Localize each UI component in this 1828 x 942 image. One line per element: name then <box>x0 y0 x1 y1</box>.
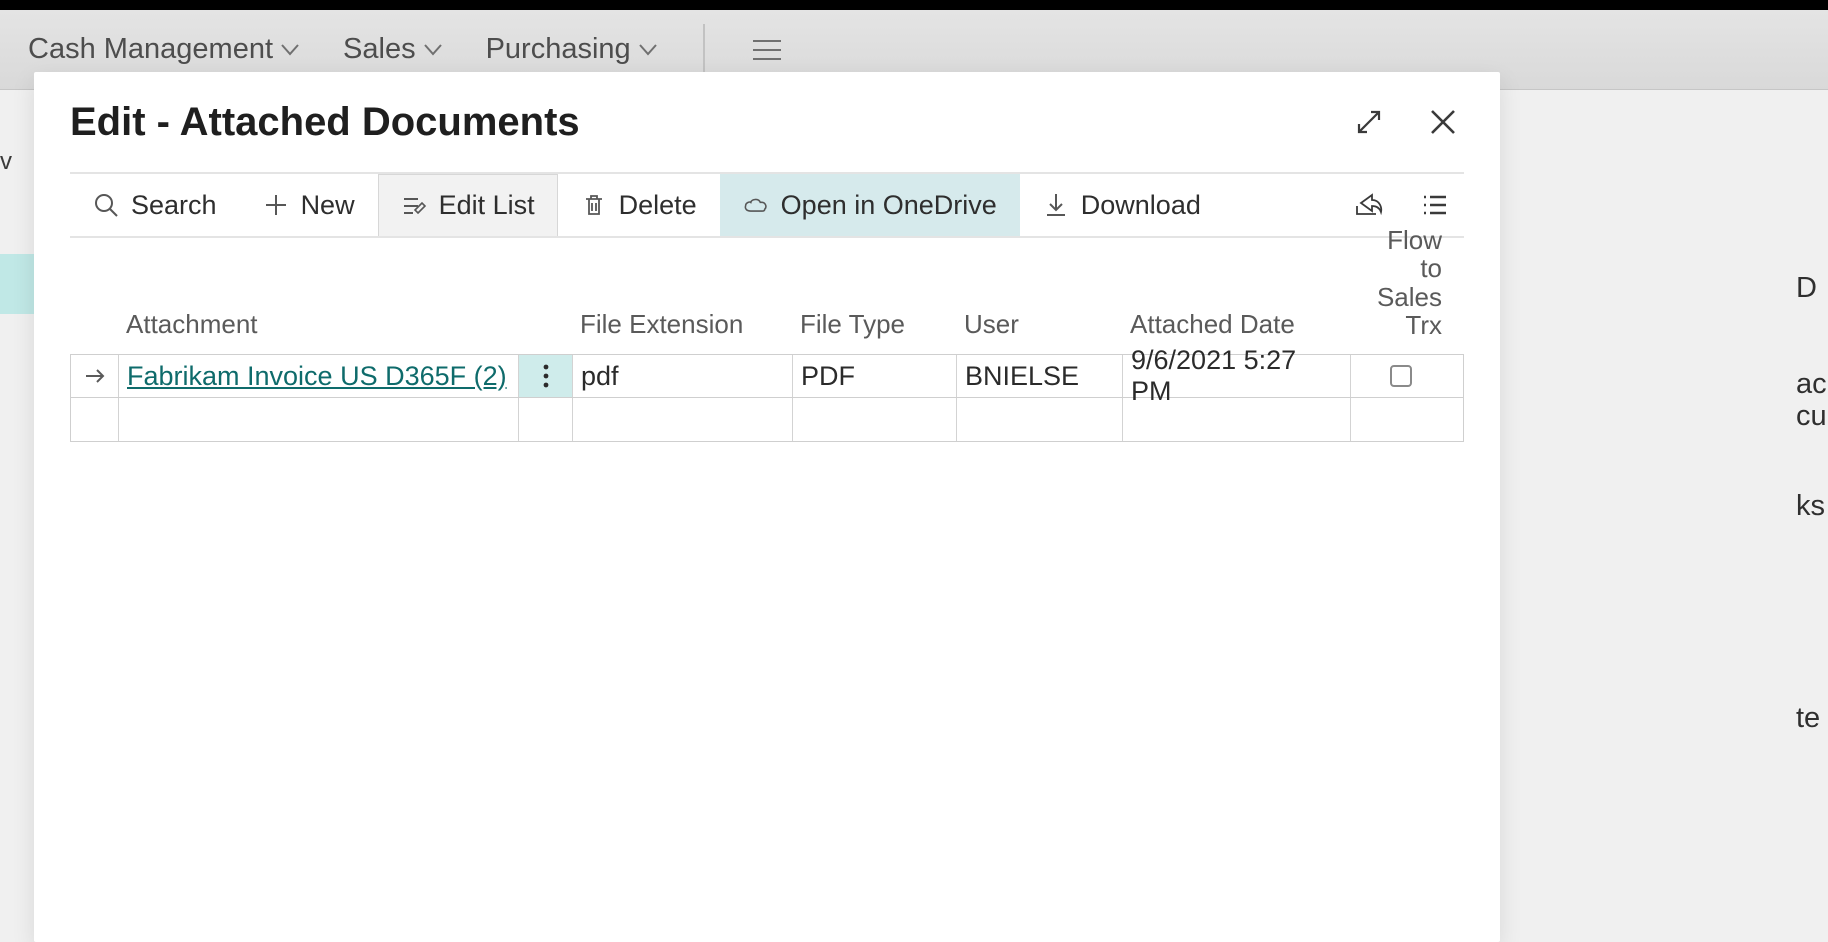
nav-item-label: Cash Management <box>28 33 273 66</box>
hamburger-menu-icon[interactable] <box>729 40 805 60</box>
button-label: Delete <box>619 190 697 221</box>
background-fragment: ac <box>1796 368 1828 401</box>
share-icon[interactable] <box>1348 184 1390 226</box>
search-button[interactable]: Search <box>70 174 240 236</box>
button-label: Open in OneDrive <box>781 190 997 221</box>
col-user[interactable]: User <box>956 309 1122 354</box>
close-icon[interactable] <box>1422 101 1464 143</box>
dialog-title: Edit - Attached Documents <box>70 100 580 145</box>
cell-file-extension[interactable]: pdf <box>573 355 793 397</box>
download-icon <box>1043 192 1069 218</box>
col-file-extension[interactable]: File Extension <box>572 309 792 354</box>
background-fragment: ks <box>1796 490 1828 523</box>
documents-table: Attachment File Extension File Type User… <box>70 238 1464 442</box>
chevron-down-icon <box>639 44 657 56</box>
button-label: Search <box>131 190 217 221</box>
expand-icon[interactable] <box>1348 101 1390 143</box>
nav-divider <box>703 24 705 76</box>
attached-documents-dialog: Edit - Attached Documents Search New <box>34 72 1500 942</box>
delete-button[interactable]: Delete <box>558 174 720 236</box>
button-label: New <box>301 190 355 221</box>
download-button[interactable]: Download <box>1020 174 1224 236</box>
nav-item-label: Sales <box>343 33 416 66</box>
row-more-actions-icon[interactable] <box>519 355 573 397</box>
cell-file-type[interactable]: PDF <box>793 355 957 397</box>
open-in-onedrive-button[interactable]: Open in OneDrive <box>720 174 1020 236</box>
nav-item-label: Purchasing <box>486 33 631 66</box>
chevron-down-icon <box>281 44 299 56</box>
background-fragment: cur <box>1796 400 1828 433</box>
cell-attached-date[interactable]: 9/6/2021 5:27 PM <box>1123 355 1351 397</box>
background-fragment: te <box>1796 702 1828 735</box>
attachment-link[interactable]: Fabrikam Invoice US D365F (2) <box>119 355 519 397</box>
edit-list-icon <box>401 193 427 219</box>
button-label: Download <box>1081 190 1201 221</box>
chevron-down-icon <box>424 44 442 56</box>
search-icon <box>93 192 119 218</box>
button-label: Edit List <box>439 190 535 221</box>
row-selector-arrow-icon[interactable] <box>71 355 119 397</box>
background-fragment: D <box>1796 272 1828 305</box>
col-file-type[interactable]: File Type <box>792 309 956 354</box>
plus-icon <box>263 192 289 218</box>
cloud-icon <box>743 192 769 218</box>
table-header-row: Attachment File Extension File Type User… <box>70 238 1464 354</box>
table-row[interactable]: Fabrikam Invoice US D365F (2) pdf PDF BN… <box>70 354 1464 398</box>
col-attachment[interactable]: Attachment <box>118 309 518 354</box>
cell-user[interactable]: BNIELSE <box>957 355 1123 397</box>
trash-icon <box>581 192 607 218</box>
dialog-toolbar: Search New Edit List Delete <box>70 174 1464 238</box>
table-row[interactable] <box>70 398 1464 442</box>
background-selection <box>0 254 34 314</box>
edit-list-button[interactable]: Edit List <box>378 174 558 236</box>
cell-flow-checkbox[interactable] <box>1351 355 1451 397</box>
new-button[interactable]: New <box>240 174 378 236</box>
list-view-icon[interactable] <box>1414 184 1456 226</box>
col-flow-to-sales-trx[interactable]: Flow to Sales Trx <box>1350 226 1450 354</box>
checkbox-icon[interactable] <box>1390 365 1412 387</box>
